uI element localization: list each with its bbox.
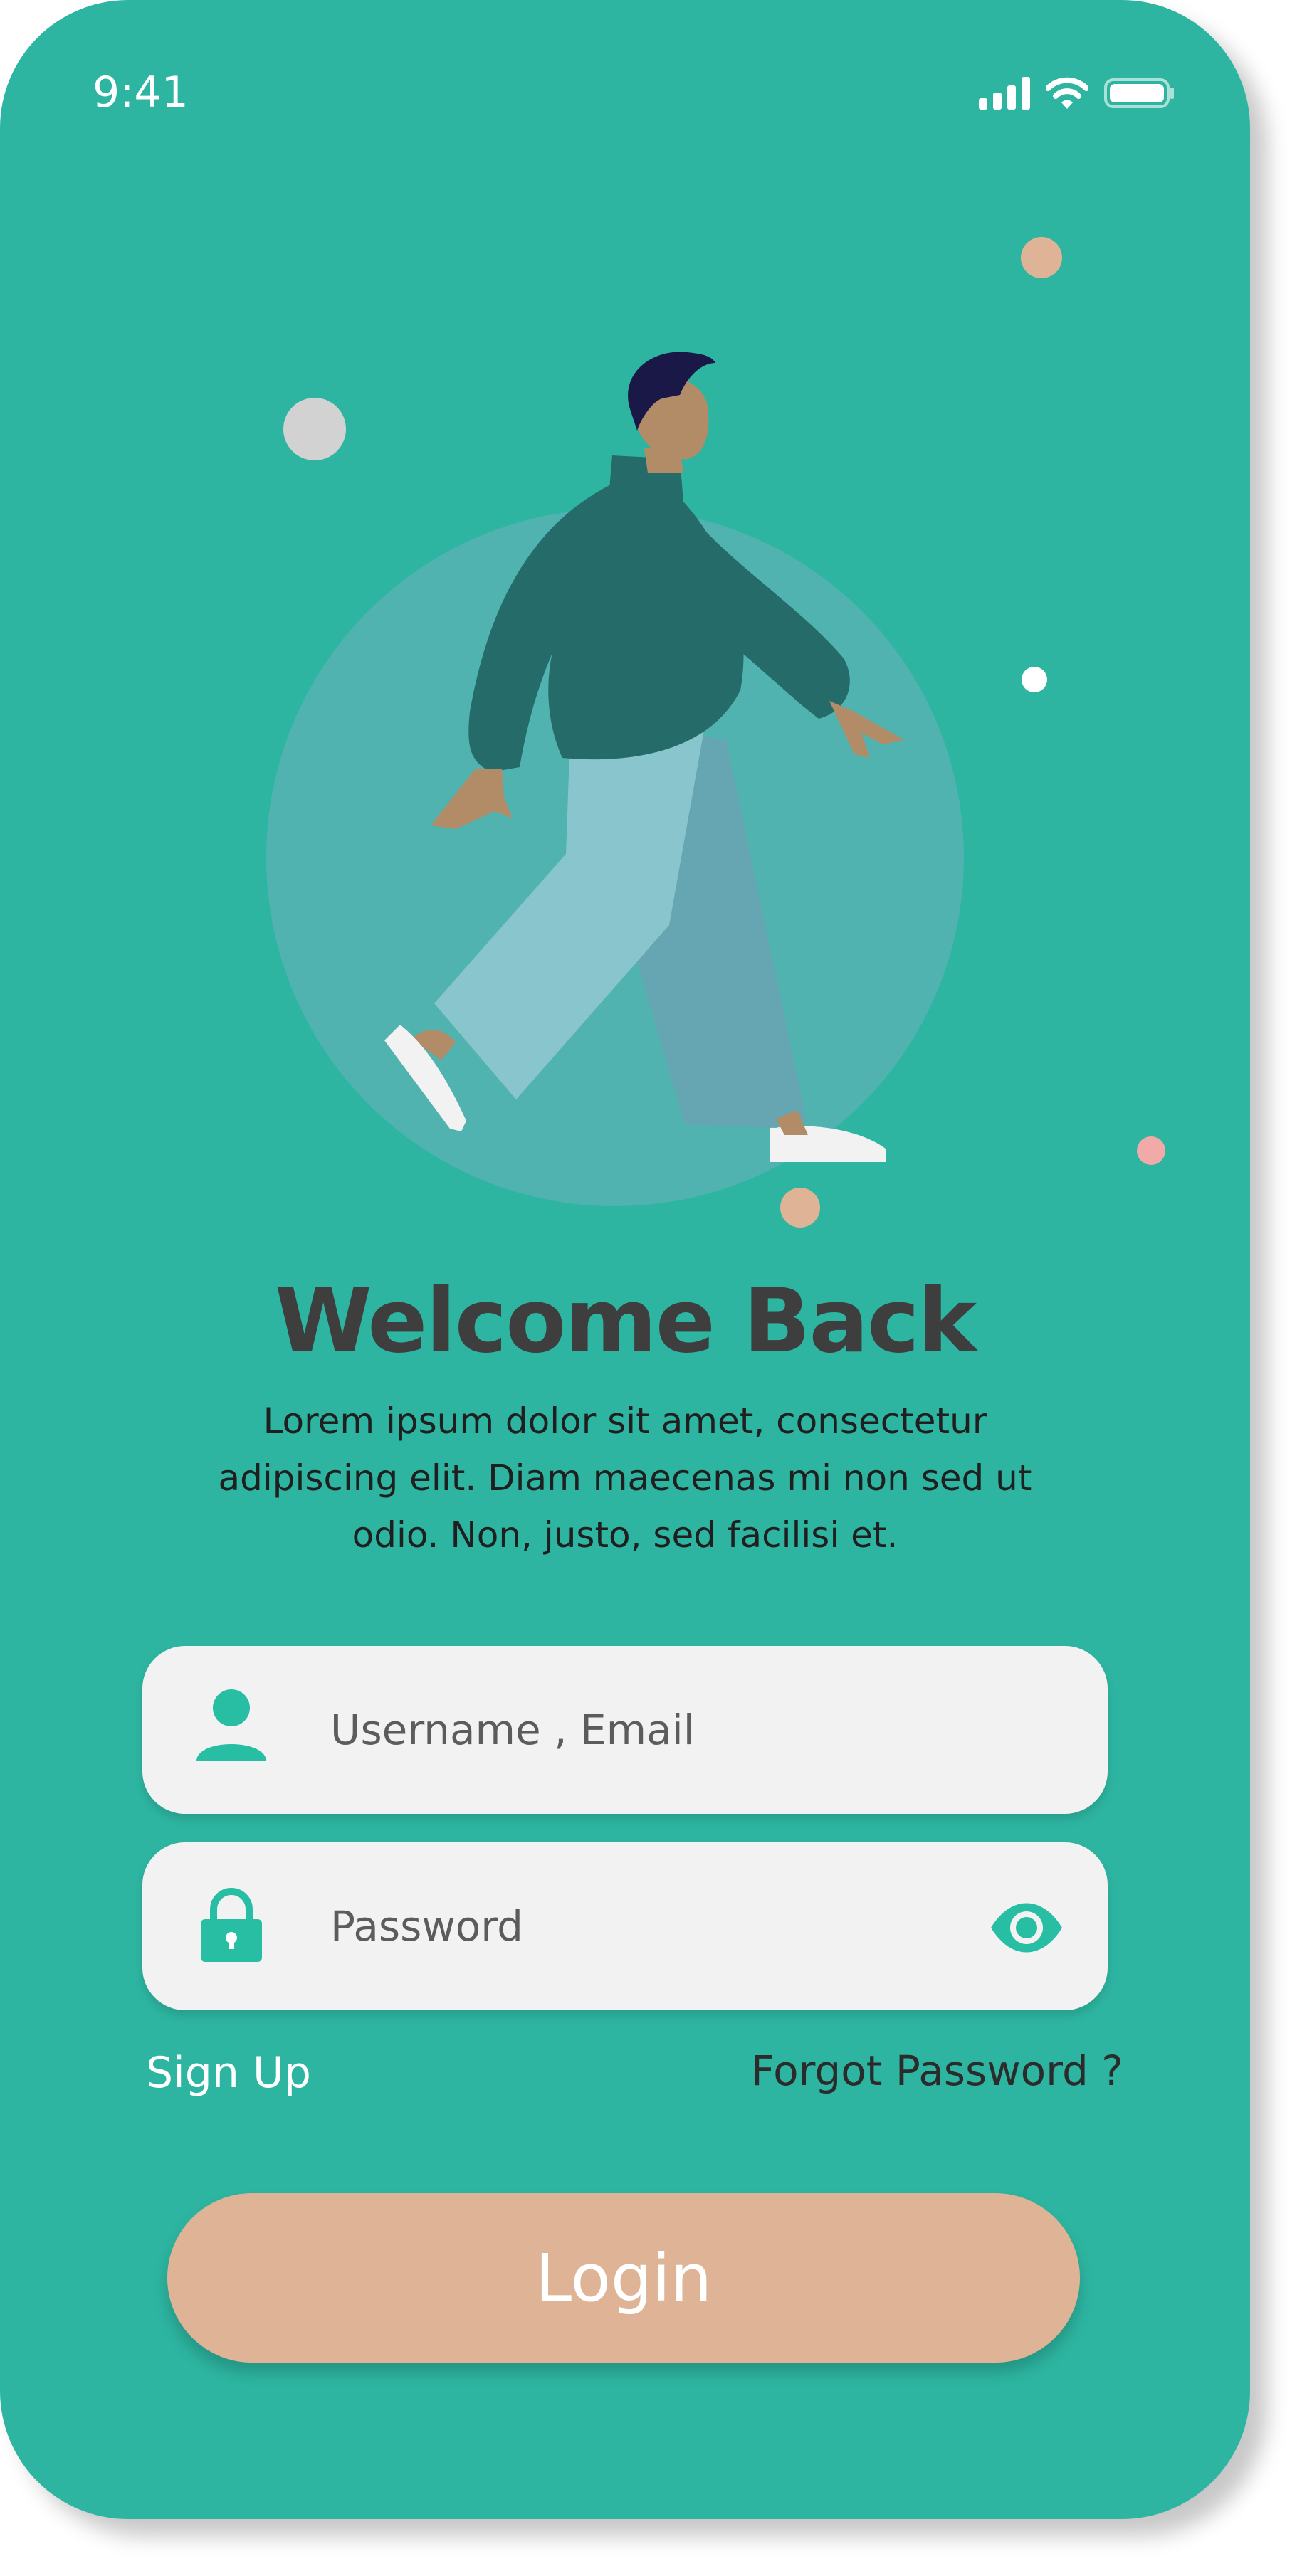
login-button[interactable]: Login (167, 2193, 1080, 2363)
decor-dot (1137, 1136, 1165, 1165)
username-field[interactable] (142, 1646, 1108, 1814)
forgot-password-link[interactable]: Forgot Password ? (751, 2047, 1123, 2095)
decor-dot (283, 398, 346, 460)
password-field[interactable] (142, 1842, 1108, 2010)
welcome-subtitle: Lorem ipsum dolor sit amet, consectetur … (218, 1400, 1032, 1556)
phone-screen: 9:41 Welcome Back Lorem ipsum dolor sit … (0, 0, 1250, 2519)
eye-icon[interactable] (990, 1894, 1064, 1962)
decor-dot (1022, 667, 1047, 692)
password-input[interactable] (330, 1842, 1042, 2010)
welcome-title: Welcome Back (274, 1270, 977, 1373)
decor-dot (1021, 237, 1062, 278)
lock-icon (201, 1888, 262, 1962)
username-input[interactable] (330, 1646, 1042, 1814)
walking-person-illustration (266, 237, 1165, 1228)
decor-dot (780, 1188, 820, 1228)
signup-link[interactable]: Sign Up (146, 2048, 311, 2098)
sweater-body (548, 455, 744, 760)
user-icon (196, 1689, 266, 1761)
